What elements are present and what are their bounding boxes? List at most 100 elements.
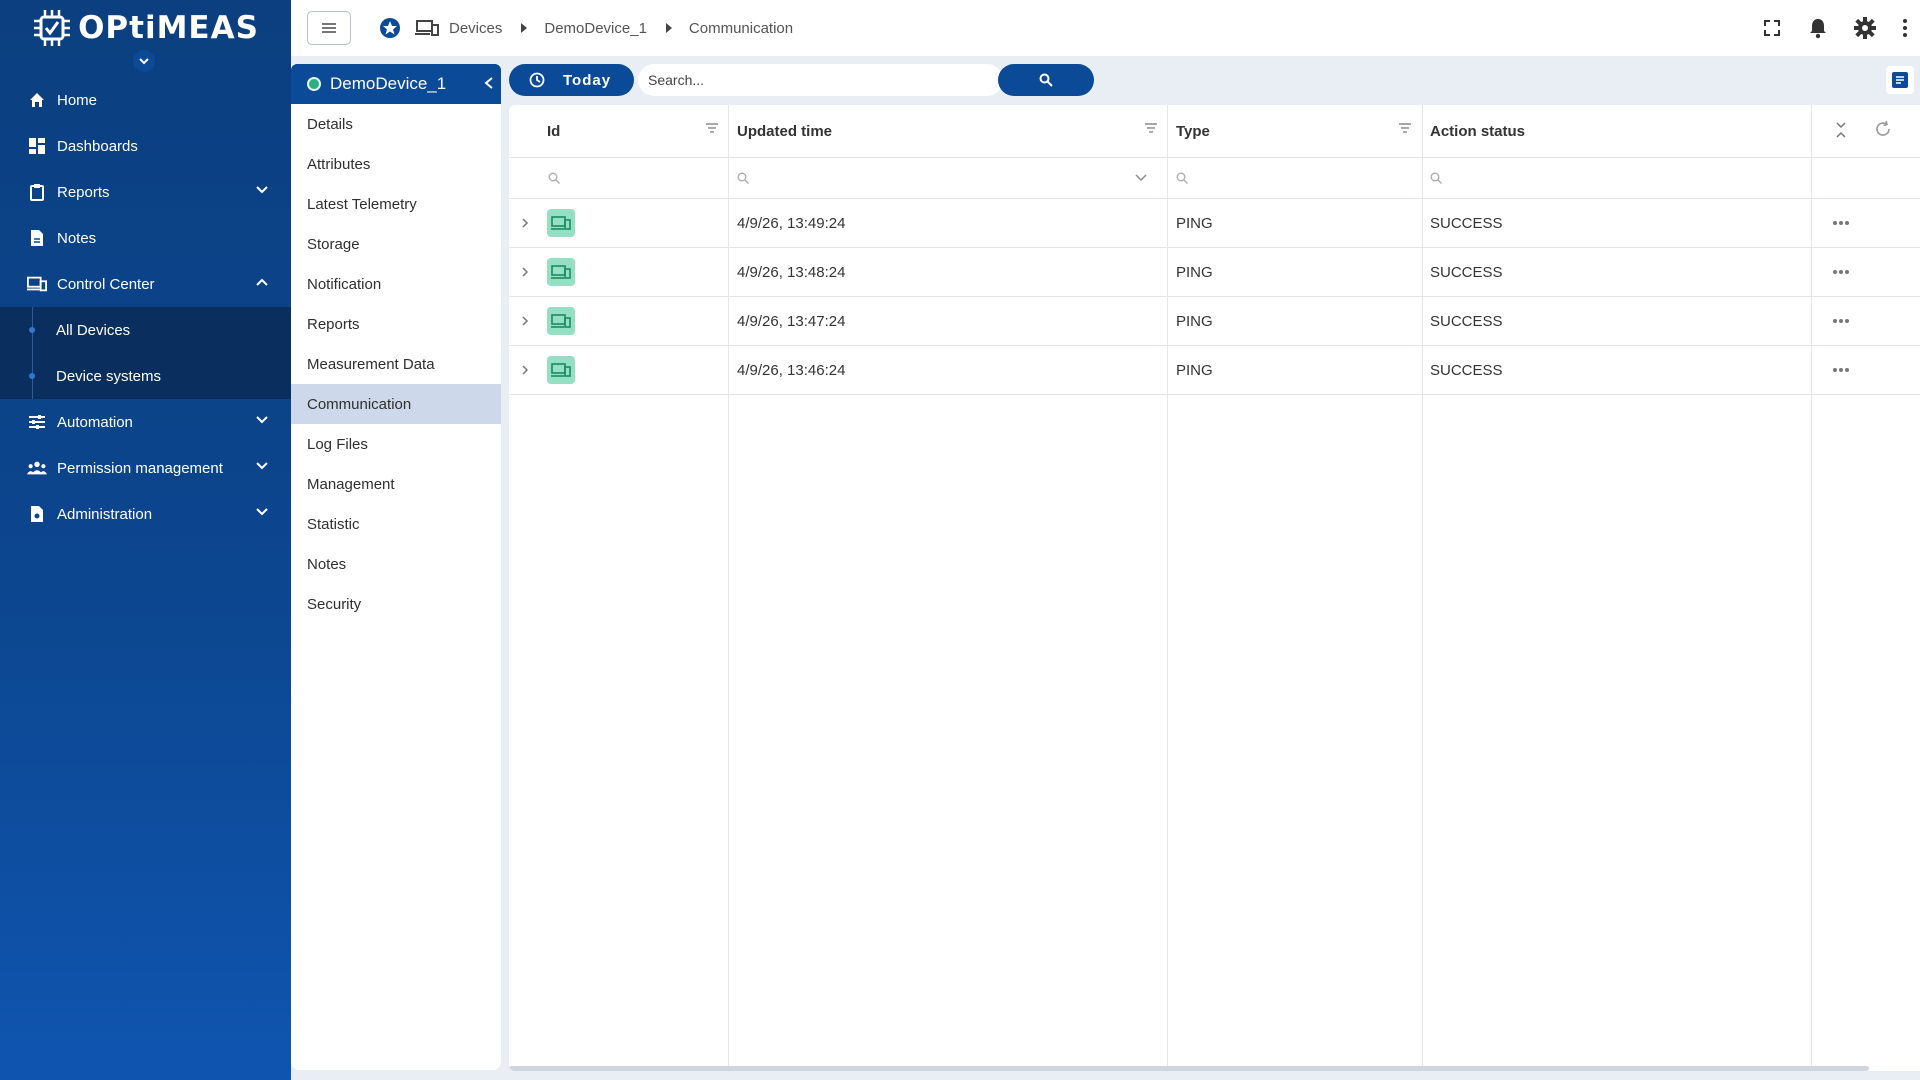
- breadcrumb-label: Devices: [449, 19, 503, 37]
- chevron-down-icon[interactable]: [1134, 158, 1148, 198]
- more-horiz-icon[interactable]: [1832, 297, 1850, 345]
- updated-time-cell: 4/9/26, 13:48:24: [737, 263, 846, 281]
- device-icon: [547, 209, 575, 237]
- sidebar-item-label: Device systems: [56, 367, 162, 385]
- note-icon: [27, 228, 47, 248]
- sidebar-item-control-center[interactable]: Control Center: [0, 261, 291, 307]
- sidebar-item-dashboards[interactable]: Dashboards: [0, 123, 291, 169]
- sidebar-item-label: Dashboards: [57, 137, 138, 155]
- clock-icon: [529, 72, 545, 88]
- more-horiz-icon[interactable]: [1832, 199, 1850, 247]
- search-icon: [1176, 172, 1188, 184]
- time-range-button[interactable]: Today: [509, 64, 634, 96]
- sidebar-item-label: Home: [57, 91, 98, 109]
- device-menu-log-files[interactable]: Log Files: [291, 424, 501, 464]
- id-filter-input[interactable]: [548, 158, 560, 198]
- sidebar-item-permission-management[interactable]: Permission management: [0, 445, 291, 491]
- device-menu-attributes[interactable]: Attributes: [291, 144, 501, 184]
- sidebar-item-automation[interactable]: Automation: [0, 399, 291, 445]
- sidebar-item-notes[interactable]: Notes: [0, 215, 291, 261]
- fullscreen-icon[interactable]: [1762, 18, 1782, 38]
- chevron-right-icon[interactable]: [521, 297, 529, 345]
- sidebar-item-label: Administration: [57, 505, 153, 523]
- time-range-label: Today: [563, 71, 612, 89]
- device-menu-statistic[interactable]: Statistic: [291, 504, 501, 544]
- toolbar: Today: [509, 64, 1920, 96]
- updated-time-cell: 4/9/26, 13:49:24: [737, 214, 846, 232]
- sidebar-item-device-systems[interactable]: Device systems: [0, 353, 291, 399]
- device-menu-measurement-data[interactable]: Measurement Data: [291, 344, 501, 384]
- device-menu-communication[interactable]: Communication: [291, 384, 501, 424]
- type-cell: PING: [1176, 312, 1213, 330]
- breadcrumb-device[interactable]: DemoDevice_1: [544, 20, 647, 37]
- device-icon: [547, 307, 575, 335]
- device-menu-security[interactable]: Security: [291, 584, 501, 624]
- breadcrumb-devices[interactable]: Devices: [415, 19, 502, 37]
- device-menu-notes[interactable]: Notes: [291, 544, 501, 584]
- column-header-type[interactable]: Type: [1176, 105, 1210, 157]
- column-header-updated-time[interactable]: Updated time: [737, 105, 832, 157]
- more-horiz-icon[interactable]: [1832, 248, 1850, 296]
- table-row[interactable]: 4/9/26, 13:47:24 PING SUCCESS: [509, 297, 1920, 346]
- top-actions: [1762, 0, 1908, 56]
- sidebar-item-administration[interactable]: Administration: [0, 491, 291, 537]
- control-center-submenu: All Devices Device systems: [0, 307, 291, 399]
- device-menu-details[interactable]: Details: [291, 104, 501, 144]
- notification-bell-icon[interactable]: [1808, 17, 1828, 39]
- chevron-left-icon[interactable]: [483, 76, 495, 90]
- status-cell: SUCCESS: [1430, 263, 1503, 281]
- logo-text: OPtiMEAS: [78, 10, 259, 46]
- filter-icon[interactable]: [1145, 123, 1157, 133]
- row-device-cell: [547, 199, 575, 247]
- status-cell: SUCCESS: [1430, 361, 1503, 379]
- chevron-right-icon[interactable]: [521, 199, 529, 247]
- type-filter-input[interactable]: [1176, 158, 1188, 198]
- filter-icon[interactable]: [1399, 123, 1411, 133]
- menu-toggle-button[interactable]: [307, 11, 351, 45]
- toggle-panel-button[interactable]: [1886, 66, 1914, 94]
- filter-icon[interactable]: [706, 123, 718, 133]
- gear-icon[interactable]: [1854, 17, 1876, 39]
- breadcrumb: Devices DemoDevice_1 Communication: [379, 17, 793, 39]
- search-button[interactable]: [998, 64, 1094, 96]
- devices-icon: [27, 274, 47, 294]
- horizontal-scrollbar[interactable]: [509, 1066, 1869, 1071]
- sidebar-item-reports[interactable]: Reports: [0, 169, 291, 215]
- device-menu-reports[interactable]: Reports: [291, 304, 501, 344]
- updated-time-filter-input[interactable]: [737, 158, 749, 198]
- column-header-action-status[interactable]: Action status: [1430, 105, 1525, 157]
- clipboard-icon: [27, 182, 47, 202]
- top-bar: Devices DemoDevice_1 Communication: [291, 0, 1920, 56]
- status-cell: SUCCESS: [1430, 214, 1503, 232]
- sidebar-item-home[interactable]: Home: [0, 77, 291, 123]
- collapse-all-icon[interactable]: [1834, 121, 1848, 139]
- updated-time-cell: 4/9/26, 13:46:24: [737, 361, 846, 379]
- device-menu-management[interactable]: Management: [291, 464, 501, 504]
- caret-right-icon: [665, 23, 673, 33]
- device-menu-latest-telemetry[interactable]: Latest Telemetry: [291, 184, 501, 224]
- device-title: DemoDevice_1: [330, 74, 447, 93]
- search-input[interactable]: [648, 65, 988, 95]
- column-header-id[interactable]: Id: [547, 105, 560, 157]
- table-row[interactable]: 4/9/26, 13:46:24 PING SUCCESS: [509, 346, 1920, 395]
- table-row[interactable]: 4/9/26, 13:48:24 PING SUCCESS: [509, 248, 1920, 297]
- status-filter-input[interactable]: [1430, 158, 1442, 198]
- device-menu-storage[interactable]: Storage: [291, 224, 501, 264]
- sidebar-collapse-toggle[interactable]: [133, 50, 155, 72]
- updated-time-cell: 4/9/26, 13:47:24: [737, 312, 846, 330]
- more-vert-icon[interactable]: [1902, 18, 1908, 38]
- chevron-right-icon[interactable]: [521, 346, 529, 394]
- people-icon: [27, 458, 47, 478]
- type-cell: PING: [1176, 214, 1213, 232]
- chevron-down-icon: [255, 413, 269, 427]
- refresh-icon[interactable]: [1874, 120, 1892, 138]
- sidebar-item-all-devices[interactable]: All Devices: [0, 307, 291, 353]
- dashboard-icon: [27, 136, 47, 156]
- table-row[interactable]: 4/9/26, 13:49:24 PING SUCCESS: [509, 199, 1920, 248]
- brand-logo[interactable]: OPtiMEAS: [0, 0, 291, 72]
- device-icon: [547, 356, 575, 384]
- chevron-right-icon[interactable]: [521, 248, 529, 296]
- more-horiz-icon[interactable]: [1832, 346, 1850, 394]
- favorite-star-icon[interactable]: [379, 17, 401, 39]
- device-menu-notification[interactable]: Notification: [291, 264, 501, 304]
